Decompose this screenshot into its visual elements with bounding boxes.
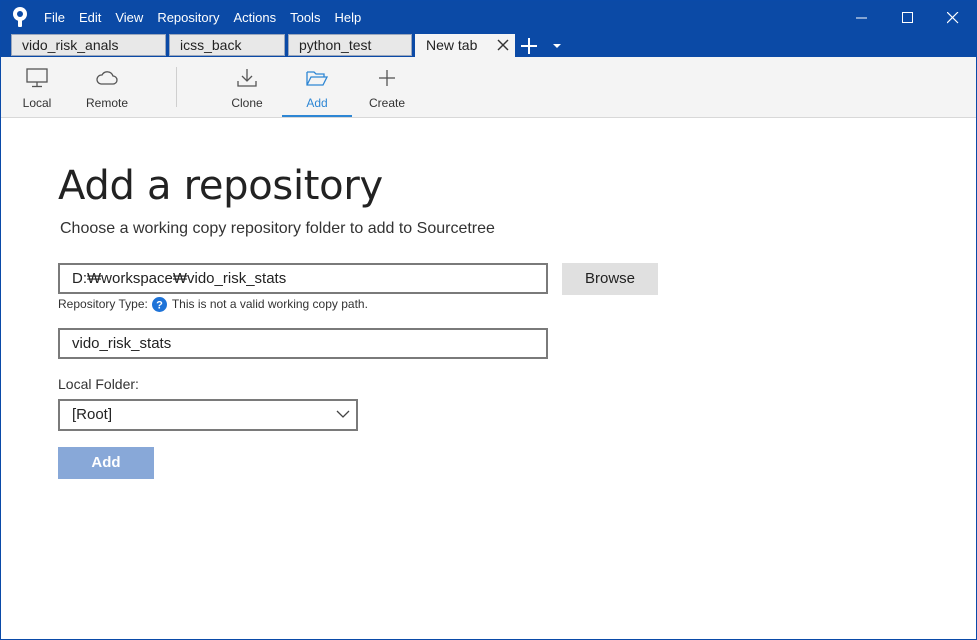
plus-icon (379, 70, 395, 86)
chevron-down-icon (336, 410, 350, 418)
title-bar: File Edit View Repository Actions Tools … (1, 1, 976, 34)
menu-view[interactable]: View (108, 1, 150, 34)
menu-actions[interactable]: Actions (226, 1, 283, 34)
maximize-button[interactable] (885, 1, 931, 34)
close-icon (947, 11, 959, 23)
tab-bar: vido_risk_anals icss_back python_test Ne… (1, 34, 976, 57)
repository-type-message: This is not a valid working copy path. (171, 297, 368, 311)
toolbar: Local Remote Clone Add Create (1, 57, 976, 118)
menu-edit[interactable]: Edit (72, 1, 108, 34)
selected-tab-underline (282, 115, 352, 117)
menu-bar: File Edit View Repository Actions Tools … (37, 1, 368, 34)
repository-type-info: Repository Type: ? This is not a valid w… (58, 296, 368, 312)
close-tab-icon[interactable] (495, 37, 511, 53)
add-tab-button[interactable]: Add (282, 57, 352, 117)
question-icon: ? (151, 296, 167, 312)
create-label: Create (368, 96, 406, 110)
minimize-button[interactable] (839, 1, 885, 34)
app-window: File Edit View Repository Actions Tools … (0, 0, 977, 640)
monitor-icon (26, 68, 48, 88)
menu-repository[interactable]: Repository (150, 1, 226, 34)
remote-label: Remote (85, 96, 129, 110)
toolbar-separator (176, 67, 177, 107)
clone-button[interactable]: Clone (217, 57, 277, 117)
new-tab-plus-icon[interactable] (519, 36, 539, 56)
cloud-icon (96, 71, 118, 85)
download-icon (237, 69, 257, 87)
local-folder-value: [Root] (72, 406, 113, 423)
menu-tools[interactable]: Tools (283, 1, 327, 34)
local-label: Local (22, 96, 52, 110)
tab-icss-back[interactable]: icss_back (169, 34, 285, 56)
close-window-button[interactable] (930, 1, 976, 34)
minimize-icon (856, 17, 867, 18)
repository-type-label: Repository Type: (58, 297, 148, 311)
create-button[interactable]: Create (357, 57, 417, 117)
local-folder-select[interactable]: [Root] (58, 399, 358, 431)
remote-button[interactable]: Remote (77, 57, 137, 117)
working-copy-path-input[interactable]: D:₩workspace₩vido_risk_stats (58, 263, 548, 294)
repository-name-input[interactable]: vido_risk_stats (58, 328, 548, 359)
local-button[interactable]: Local (9, 57, 65, 117)
tab-vido-risk-anals[interactable]: vido_risk_anals (11, 34, 166, 56)
page-title: Add a repository (58, 163, 383, 209)
menu-file[interactable]: File (37, 1, 72, 34)
tab-python-test[interactable]: python_test (288, 34, 412, 56)
add-tab-label: Add (306, 96, 328, 110)
local-folder-label: Local Folder: (58, 376, 139, 392)
menu-help[interactable]: Help (327, 1, 368, 34)
folder-open-icon (306, 71, 329, 86)
svg-text:?: ? (156, 299, 163, 311)
sourcetree-logo-icon (13, 7, 27, 27)
page-subtitle: Choose a working copy repository folder … (60, 220, 495, 237)
browse-button[interactable]: Browse (562, 263, 658, 295)
tab-list-dropdown-icon[interactable] (551, 41, 563, 51)
add-button[interactable]: Add (58, 447, 154, 479)
maximize-icon (902, 11, 913, 23)
clone-label: Clone (231, 96, 263, 110)
